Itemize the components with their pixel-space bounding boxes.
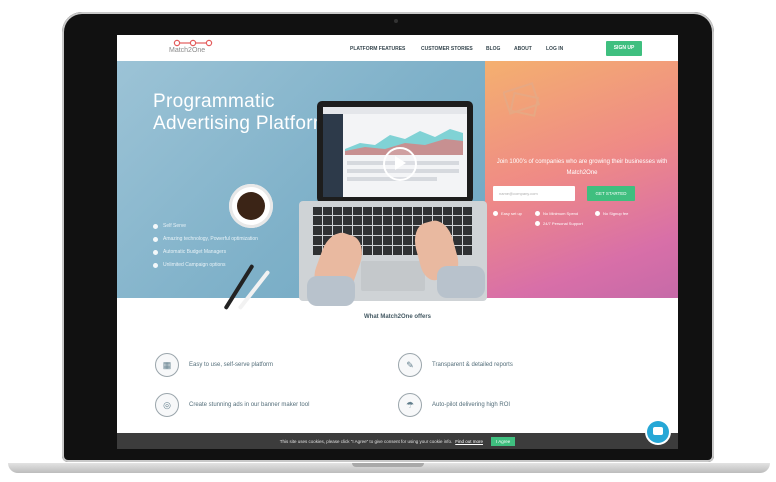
check-icon	[535, 221, 540, 226]
option-support: 24/7 Personal Support	[535, 221, 583, 226]
check-icon	[153, 249, 158, 255]
cookie-text: This site uses cookies, please click "I …	[279, 438, 453, 444]
chat-icon[interactable]	[653, 427, 663, 435]
check-icon	[153, 223, 158, 229]
top-nav: Match2One PLATFORM FEATURES CUSTOMER STO…	[117, 35, 678, 61]
feature-item: ▦ Easy to use, self-serve platform	[155, 353, 273, 377]
cookie-link[interactable]: Find out more	[455, 439, 483, 444]
logo-icon	[173, 39, 213, 47]
signup-headline: Join 1000's of companies who are growing…	[496, 159, 668, 176]
hero-bullet: Automatic Budget Managers	[153, 247, 258, 257]
nav-customer-stories[interactable]: CUSTOMER STORIES	[421, 46, 473, 52]
option-label: No Signup fee	[603, 211, 629, 216]
nav-login[interactable]: LOG IN	[546, 46, 563, 52]
option-easy-setup: Easy set up	[493, 211, 522, 216]
sleeve	[307, 276, 355, 306]
nav-about[interactable]: ABOUT	[514, 46, 532, 52]
feature-text: Auto-pilot delivering high ROI	[432, 402, 511, 408]
nav-platform-features[interactable]: PLATFORM FEATURES	[350, 46, 405, 52]
paperclip-icon	[503, 82, 541, 117]
check-icon	[595, 211, 600, 216]
option-no-fee: No Signup fee	[595, 211, 628, 216]
option-no-minimum: No Minimum Spend	[535, 211, 578, 216]
logo-text[interactable]: Match2One	[169, 47, 205, 54]
feature-text: Create stunning ads in our banner maker …	[189, 402, 310, 408]
email-input[interactable]: name@company.com	[493, 186, 575, 201]
check-icon	[493, 211, 498, 216]
bullet-text: Unlimited Campaign options	[163, 262, 226, 268]
feature-item: ✎ Transparent & detailed reports	[398, 353, 513, 377]
feature-text: Easy to use, self-serve platform	[189, 362, 274, 368]
hero-section: Programmatic Advertising Platform Self S…	[117, 61, 678, 311]
feature-item: ◎ Create stunning ads in our banner make…	[155, 393, 309, 417]
bullet-text: Amazing technology, Powerful optimizatio…	[163, 236, 258, 242]
feature-text: Transparent & detailed reports	[432, 362, 513, 368]
play-icon[interactable]	[395, 156, 406, 170]
check-icon	[153, 262, 158, 268]
webcam	[394, 19, 398, 23]
hero-bullet: Amazing technology, Powerful optimizatio…	[153, 234, 258, 244]
option-label: Easy set up	[501, 211, 522, 216]
hero-bullets: Self Serve Amazing technology, Powerful …	[153, 221, 258, 273]
bullet-text: Self Serve	[163, 223, 187, 229]
hero-bullet: Self Serve	[153, 221, 258, 231]
cookie-agree-button[interactable]: I Agree	[491, 436, 516, 446]
nav-blog[interactable]: BLOG	[486, 46, 500, 52]
sleeve	[437, 266, 485, 298]
feature-item: ☂ Auto-pilot delivering high ROI	[398, 393, 510, 417]
hero-bullet: Unlimited Campaign options	[153, 260, 258, 270]
panel-icon: ▦	[155, 353, 179, 377]
cookie-banner: This site uses cookies, please click "I …	[117, 433, 678, 449]
bullet-text: Automatic Budget Managers	[163, 249, 227, 255]
option-label: 24/7 Personal Support	[543, 221, 583, 226]
check-icon	[153, 236, 158, 242]
report-icon: ✎	[398, 353, 422, 377]
banner-icon: ◎	[155, 393, 179, 417]
option-label: No Minimum Spend	[543, 211, 579, 216]
offers-title: What Match2One offers	[363, 314, 431, 320]
coffee	[237, 192, 265, 220]
trackpad	[361, 261, 425, 291]
check-icon	[535, 211, 540, 216]
get-started-button[interactable]: GET STARTED	[587, 186, 635, 201]
laptop-notch	[352, 463, 424, 467]
roi-icon: ☂	[398, 393, 422, 417]
signup-button[interactable]: SIGN UP	[606, 41, 642, 56]
laptop-screen: Match2One PLATFORM FEATURES CUSTOMER STO…	[117, 35, 678, 449]
